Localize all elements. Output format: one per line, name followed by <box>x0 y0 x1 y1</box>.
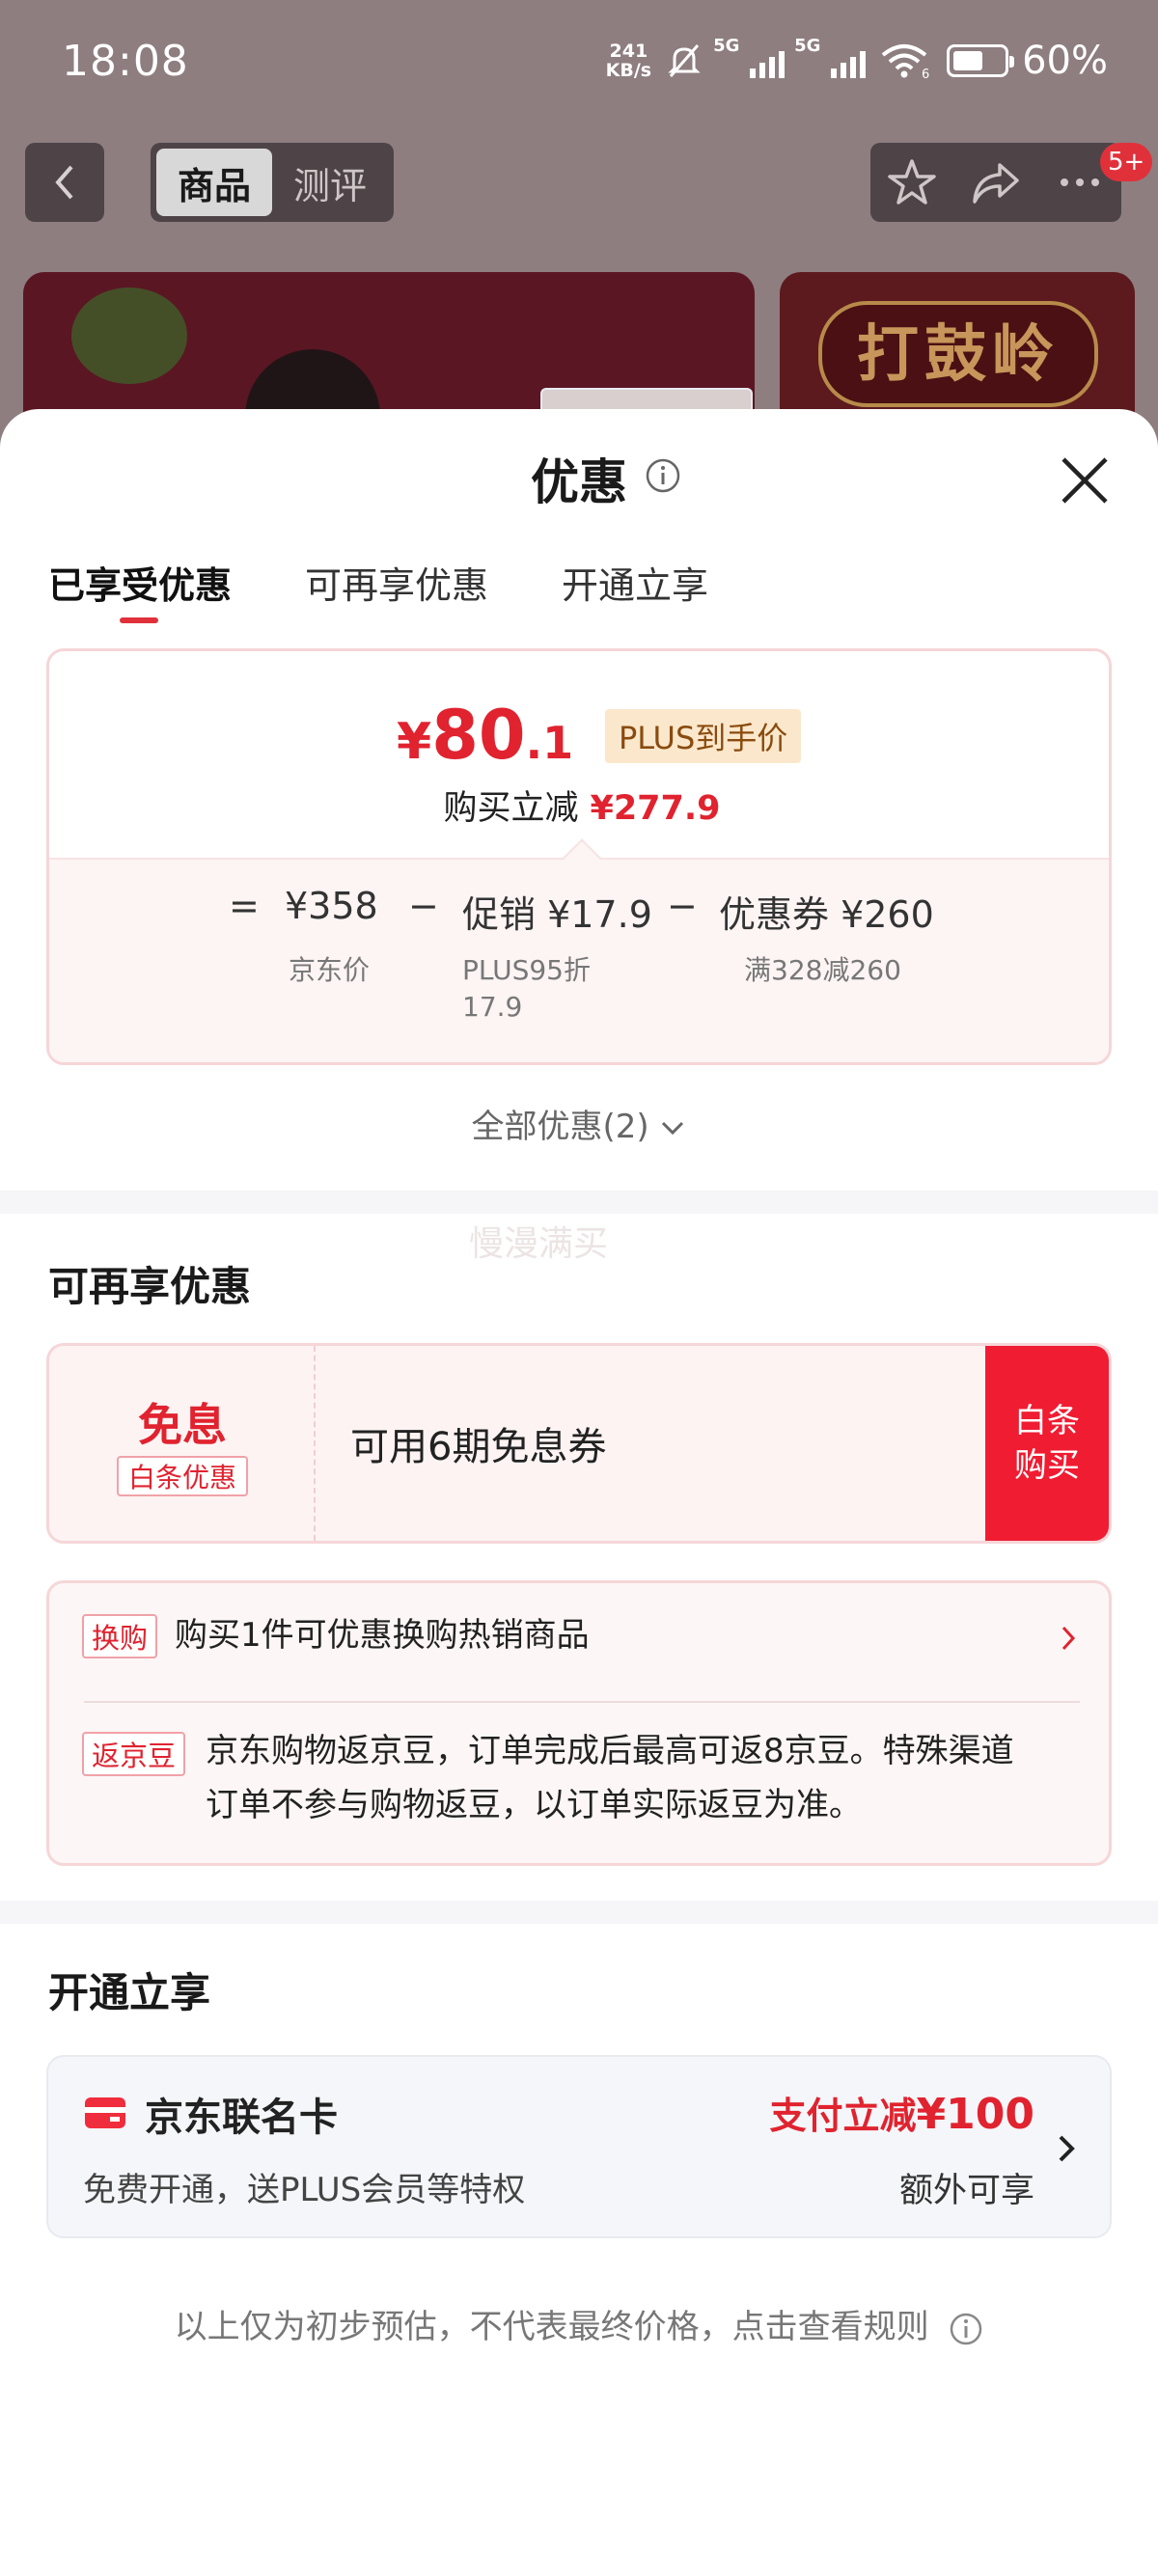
network-speed-value: 241 <box>609 41 648 62</box>
card-extra: 额外可享 <box>898 2172 1034 2210</box>
chevron-left-icon <box>55 165 73 200</box>
buy-button-line2: 购买 <box>1014 1446 1080 1485</box>
background-page: 18:08 241 KB/s 5G 5G 6 60% 商品 测评 5+ 打鼓岭 <box>0 0 1158 465</box>
section-divider-2 <box>0 1901 1158 1924</box>
minus-sign-1: − <box>408 885 439 927</box>
section-divider <box>0 1191 1158 1214</box>
price-breakdown: = ¥358 京东价 − 促销 ¥17.9 PLUS95折 17.9 − 优惠券… <box>49 838 1109 1062</box>
battery-percent: 60% <box>1022 39 1108 83</box>
all-promos-toggle[interactable]: 全部优惠(2) <box>0 1100 1158 1147</box>
tab-more[interactable]: 可再享优惠 <box>305 556 488 609</box>
discount-tabs: 已享受优惠 可再享优惠 开通立享 <box>48 556 708 623</box>
exchange-text[interactable]: 购买1件可优惠换购热销商品 <box>175 1608 590 1662</box>
share-icon[interactable] <box>969 155 1023 209</box>
installment-title: 免息 <box>138 1399 227 1451</box>
back-button[interactable] <box>25 143 104 222</box>
cobrand-card-offer[interactable]: 京东联名卡 免费开通，送PLUS会员等特权 支付立减¥100 额外可享 <box>46 2055 1112 2238</box>
tab-review[interactable]: 测评 <box>272 149 388 216</box>
chevron-right-icon <box>1059 2135 1075 2162</box>
minus-sign-2: − <box>667 885 698 927</box>
network-speed: 241 KB/s <box>606 41 651 80</box>
info-icon <box>951 2313 982 2344</box>
credit-card-icon <box>85 2097 125 2128</box>
footer-text: 以上仅为初步预估，不代表最终价格，点击查看规则 <box>174 2308 929 2346</box>
jingdou-line2: 订单不参与购物返豆，以订单实际返豆为准。 <box>206 1786 862 1824</box>
all-promos-label: 全部优惠(2) <box>471 1108 649 1146</box>
save-amount: ¥277.9 <box>590 789 721 828</box>
save-line: 购买立减 ¥277.9 <box>49 781 1109 830</box>
chevron-right-icon[interactable] <box>1059 1624 1078 1653</box>
section-title-open: 开通立享 <box>48 1969 211 2016</box>
card-discount-label: 支付立减 <box>769 2095 917 2137</box>
exchange-tag: 换购 <box>82 1614 158 1658</box>
info-icon[interactable] <box>645 457 681 494</box>
brand-logo <box>71 288 187 384</box>
card-desc: 免费开通，送PLUS会员等特权 <box>83 2171 526 2209</box>
buy-button-line1: 白条 <box>1014 1402 1080 1440</box>
currency-symbol: ¥ <box>397 713 432 771</box>
network-speed-unit: KB/s <box>605 60 652 81</box>
jingdou-line1: 京东购物返京豆，订单完成后最高可返8京豆。特殊渠道 <box>206 1732 1014 1770</box>
installment-tag: 白条优惠 <box>117 1456 249 1496</box>
card-discount-amount: ¥100 <box>916 2090 1034 2139</box>
ghost-text: 慢漫满买 <box>469 1224 609 1264</box>
message-badge: 5+ <box>1100 143 1153 181</box>
sheet-title: 优惠 <box>0 444 1158 513</box>
status-time: 18:08 <box>62 37 189 86</box>
wifi-sub-label: 6 <box>922 68 929 80</box>
sheet-title-text: 优惠 <box>531 454 627 510</box>
save-label: 购买立减 <box>443 789 579 828</box>
tab-open[interactable]: 开通立享 <box>562 556 708 609</box>
promo-detail-2: 17.9 <box>462 991 523 1023</box>
header-segment: 商品 测评 <box>151 143 394 222</box>
tab-product[interactable]: 商品 <box>156 149 272 216</box>
price-integer: 80 <box>431 696 526 775</box>
bell-muted-icon <box>668 44 701 77</box>
plus-price-tag: PLUS到手价 <box>605 709 802 763</box>
battery-icon <box>947 44 1015 77</box>
installment-text: 可用6期免息券 <box>350 1425 607 1469</box>
jingdou-tag: 返京豆 <box>82 1732 186 1776</box>
extra-benefits: 换购 购买1件可优惠换购热销商品 返京豆 京东购物返京豆，订单完成后最高可返8京… <box>46 1580 1112 1866</box>
card-discount: 支付立减¥100 <box>770 2086 1034 2139</box>
price-summary: ¥ 80 .1 PLUS到手价 购买立减 ¥277.9 = ¥358 京东价 − … <box>46 648 1112 1065</box>
status-icons: 241 KB/s 5G 5G 6 60% <box>606 36 1108 83</box>
banner-text: 打鼓岭 <box>857 318 1060 391</box>
signal-2-icon: 5G <box>794 36 867 78</box>
status-bar: 18:08 241 KB/s 5G 5G 6 60% <box>0 0 1158 135</box>
close-icon[interactable] <box>1058 453 1112 507</box>
price-decimal: .1 <box>525 717 574 769</box>
rules-footer[interactable]: 以上仅为初步预估，不代表最终价格，点击查看规则 <box>0 2300 1158 2347</box>
header-actions <box>870 143 1121 222</box>
card-name: 京东联名卡 <box>145 2096 338 2140</box>
discount-sheet: 优惠 已享受优惠 可再享优惠 开通立享 ¥ 80 .1 PLUS到手价 购买立减… <box>0 409 1158 2576</box>
promo-amount: 促销 ¥17.9 <box>462 893 652 936</box>
section-title-more: 可再享优惠 <box>48 1263 252 1310</box>
more-icon[interactable] <box>1053 155 1107 209</box>
final-price: ¥ 80 .1 <box>397 696 573 775</box>
coupon-amount: 优惠券 ¥260 <box>719 893 934 936</box>
installment-left: 免息 白条优惠 <box>49 1346 316 1541</box>
tab-enjoyed[interactable]: 已享受优惠 <box>48 556 232 623</box>
star-icon[interactable] <box>885 155 939 209</box>
installment-offer: 免息 白条优惠 可用6期免息券 白条 购买 <box>46 1343 1112 1544</box>
jd-price-label: 京东价 <box>289 954 371 986</box>
promo-detail-1: PLUS95折 <box>462 954 591 986</box>
jd-price: ¥358 <box>285 885 378 927</box>
benefit-separator <box>84 1701 1080 1703</box>
signal-1-icon: 5G <box>713 36 786 78</box>
sim2-label: 5G <box>794 36 821 56</box>
coupon-detail: 满328减260 <box>744 954 901 986</box>
equals-sign: = <box>229 885 260 927</box>
chevron-down-icon <box>662 1121 684 1136</box>
wifi-icon: 6 <box>881 44 929 80</box>
sim1-label: 5G <box>713 36 740 56</box>
baitiao-buy-button[interactable]: 白条 购买 <box>985 1346 1109 1541</box>
